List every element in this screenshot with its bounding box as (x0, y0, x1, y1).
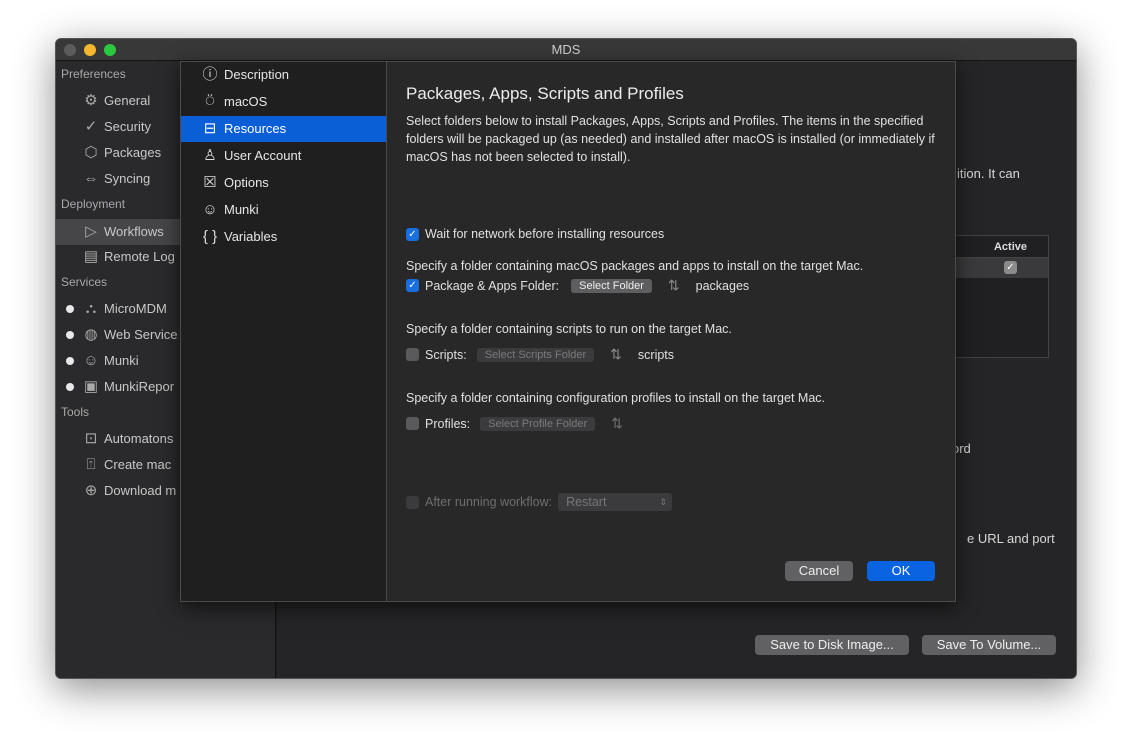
background-text: e URL and port (967, 531, 1055, 546)
wait-network-checkbox[interactable]: ✓ (406, 227, 419, 241)
play-icon: ▷ (85, 223, 97, 240)
options-x-icon: ☒ (203, 174, 217, 191)
sync-icon: ⇔ (83, 170, 99, 187)
after-workflow-checkbox[interactable] (406, 495, 419, 509)
sort-arrows-icon: ⇅ (610, 346, 622, 362)
packages-checkbox[interactable]: ✓ (406, 279, 419, 292)
upload-disk-icon: ⍐ (86, 456, 96, 473)
scripts-folder-value: scripts (637, 347, 675, 362)
wait-network-row[interactable]: ✓ Wait for network before installing reso… (406, 227, 664, 241)
status-dot (66, 305, 74, 313)
status-dot (66, 357, 74, 365)
resources-sheet: ⓘ Description ⍥ macOS ⊟ Resources ♙ User Acc… (180, 61, 956, 602)
minimize-button[interactable] (84, 44, 96, 56)
info-icon: ⓘ (202, 66, 218, 83)
shield-check-icon: ✓ (84, 118, 98, 135)
munki-icon: ☺ (83, 352, 99, 369)
user-icon: ♙ (203, 147, 217, 164)
nav-user-account[interactable]: ♙ User Account (181, 143, 386, 169)
munki-icon: ☺ (202, 201, 218, 218)
column-header-active[interactable]: Active (953, 236, 1048, 258)
section-deployment: Deployment (61, 197, 126, 211)
background-text: ition. It can (957, 166, 1020, 181)
description-text: Select folders below to install Packages… (406, 114, 935, 164)
zoom-button[interactable] (104, 44, 116, 56)
packages-folder-value: packages (695, 278, 750, 293)
cancel-button[interactable]: Cancel (785, 561, 853, 581)
save-to-disk-image-button[interactable]: Save to Disk Image... (755, 635, 909, 655)
micromdm-icon: ⛬ (85, 300, 97, 317)
sheet-nav: ⓘ Description ⍥ macOS ⊟ Resources ♙ User Acc… (181, 62, 387, 601)
macos-install-icon: ⍥ (205, 93, 215, 110)
profiles-row: Profiles: Select Profile Folder ⇅ (406, 415, 633, 432)
scripts-row: Scripts: Select Scripts Folder ⇅ scripts (406, 346, 674, 363)
active-checkbox[interactable]: ✓ (1004, 261, 1017, 274)
close-button[interactable] (64, 44, 76, 56)
sheet-content: Packages, Apps, Scripts and Profiles Sel… (406, 62, 955, 601)
status-dot (66, 331, 74, 339)
window-title: MDS (551, 42, 581, 57)
scripts-checkbox[interactable] (406, 348, 419, 361)
munkireport-icon: ▣ (83, 378, 99, 395)
main-window: MDS Preferences ⚙ General ✓ Security ⬡ Pack… (55, 38, 1077, 679)
profiles-checkbox[interactable] (406, 417, 419, 430)
after-workflow-row: After running workflow: Restart ⇕ (406, 493, 673, 511)
nav-options[interactable]: ☒ Options (181, 170, 386, 196)
workflow-table: Active ✓ (952, 235, 1049, 358)
nav-macos[interactable]: ⍥ macOS (181, 89, 386, 115)
chat-icon: ▤ (83, 248, 99, 265)
table-row[interactable]: ✓ (953, 258, 1048, 278)
gear-icon: ⚙ (84, 92, 98, 109)
globe-icon: ◍ (84, 326, 98, 343)
packages-hint: Specify a folder containing macOS packag… (406, 259, 864, 273)
package-icon: ⬡ (84, 144, 98, 161)
section-preferences: Preferences (61, 67, 126, 81)
save-to-volume-button[interactable]: Save To Volume... (922, 635, 1056, 655)
after-workflow-select[interactable]: Restart ⇕ (558, 493, 673, 511)
status-dot (66, 383, 74, 391)
chevron-updown-icon: ⇕ (659, 497, 668, 507)
briefcase-icon: ⊟ (203, 120, 217, 137)
braces-icon: { } (202, 228, 218, 245)
nav-munki[interactable]: ☺ Munki (181, 197, 386, 223)
sort-arrows-icon: ⇅ (667, 277, 680, 293)
select-scripts-folder-button[interactable]: Select Scripts Folder (476, 347, 595, 362)
sort-arrows-icon: ⇅ (611, 415, 623, 431)
select-profile-folder-button[interactable]: Select Profile Folder (480, 416, 596, 431)
title-bar: MDS (56, 39, 1076, 61)
ok-button[interactable]: OK (867, 561, 935, 581)
robot-icon: ⊡ (84, 430, 98, 447)
profiles-hint: Specify a folder containing configuratio… (406, 391, 825, 405)
page-title: Packages, Apps, Scripts and Profiles (406, 84, 684, 103)
section-services: Services (61, 275, 108, 289)
scripts-hint: Specify a folder containing scripts to r… (406, 322, 732, 336)
packages-row: ✓ Package & Apps Folder: Select Folder ⇅ pac… (406, 277, 749, 294)
nav-variables[interactable]: { } Variables (181, 224, 386, 250)
section-tools: Tools (61, 405, 90, 419)
nav-description[interactable]: ⓘ Description (181, 62, 386, 88)
download-icon: ⊕ (84, 482, 98, 499)
select-folder-button[interactable]: Select Folder (571, 278, 652, 293)
nav-resources[interactable]: ⊟ Resources (181, 116, 386, 142)
